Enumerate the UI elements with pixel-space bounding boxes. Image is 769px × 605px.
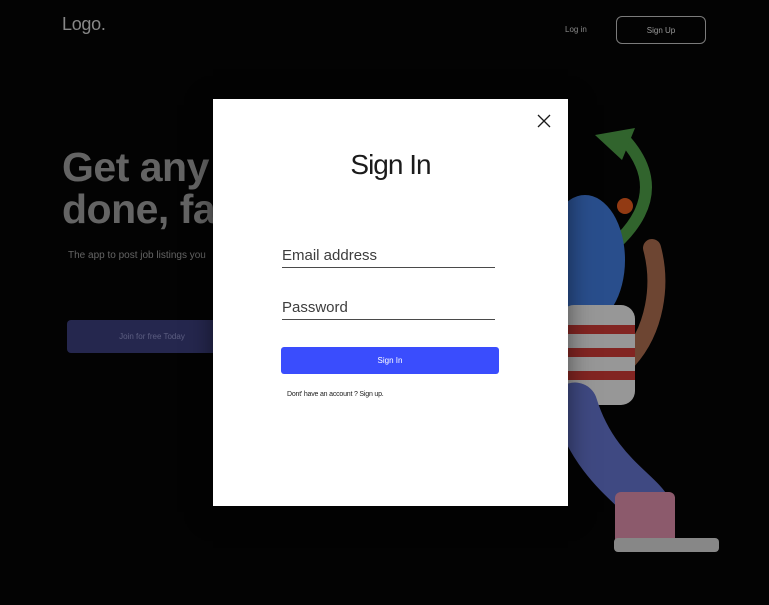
signup-link[interactable]: Dont' have an account ? Sign up. — [287, 391, 384, 398]
sign-in-button[interactable]: Sign In — [281, 347, 499, 374]
email-field[interactable] — [282, 243, 495, 268]
sign-in-modal: Sign In Sign In Dont' have an account ? … — [213, 99, 568, 506]
password-field[interactable] — [282, 295, 495, 320]
modal-title: Sign In — [350, 149, 431, 180]
close-icon[interactable] — [537, 114, 551, 128]
